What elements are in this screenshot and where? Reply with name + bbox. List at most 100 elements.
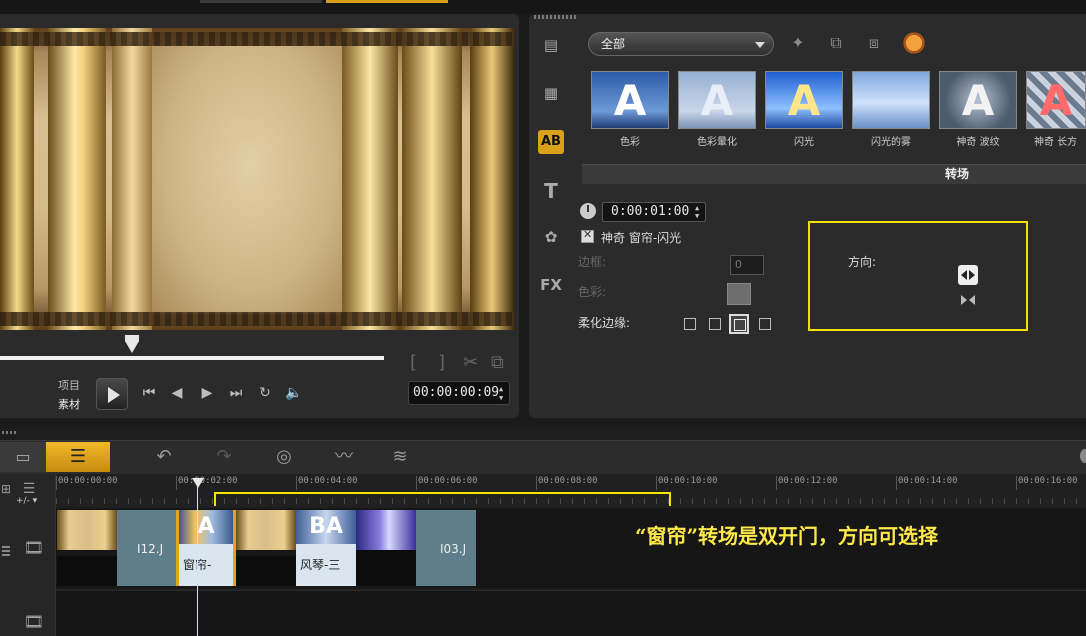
mode-clip-label[interactable]: 素材 [58, 396, 80, 412]
ruler-tick [896, 476, 897, 490]
video-clip-scroll[interactable] [57, 510, 117, 586]
add-favorite-icon[interactable]: ✦ [784, 30, 812, 56]
soften-none-option[interactable] [684, 318, 696, 330]
record-capture-icon[interactable]: ◎ [270, 444, 298, 470]
storyboard-view-icon[interactable]: ▭ [0, 442, 46, 472]
repeat-icon[interactable]: ↻ [255, 383, 275, 403]
video-clip[interactable]: I03.J [416, 510, 476, 586]
transition-clip-accordion[interactable]: BA 风琴-三 [296, 510, 356, 586]
duration-down-icon[interactable]: ▼ [695, 213, 703, 220]
panel-grip[interactable] [534, 15, 578, 19]
transition-thumbnail: BA [296, 510, 356, 544]
clip-name: I12.J [137, 542, 164, 556]
thumbnail-color[interactable]: A [591, 71, 669, 129]
playhead-line[interactable] [197, 478, 198, 636]
enlarge-preview-icon[interactable]: ⧉ [491, 352, 504, 373]
thumbnail-label: 闪光的雾 [871, 137, 911, 148]
thumbnail-color-bloom[interactable]: A [678, 71, 756, 129]
duration-up-icon[interactable]: ▲ [695, 205, 703, 212]
track-grip[interactable] [2, 546, 10, 558]
thumbnail-magic-ripple[interactable]: A [939, 71, 1017, 129]
thumbnail-letter: A [613, 76, 647, 125]
zoom-control[interactable]: +/- ▾ [16, 496, 37, 506]
border-value: 0 [735, 258, 742, 271]
menu-strip [0, 0, 1086, 14]
tab-transition[interactable]: 转场 [945, 165, 969, 182]
thumbnail-letter: A [787, 76, 821, 125]
preview-video [0, 28, 514, 330]
video-clip-stage[interactable] [356, 510, 416, 586]
color-swatch[interactable] [727, 283, 751, 305]
overlay-track-icon[interactable]: 🎞 [20, 612, 48, 636]
thumbnail-label: 色彩暈化 [697, 137, 737, 148]
video-clip[interactable]: I12.J [117, 510, 176, 586]
playhead-marker[interactable] [192, 478, 204, 488]
soften-strong-option[interactable] [759, 318, 771, 330]
mark-out-icon[interactable]: ] [438, 352, 445, 373]
duration-field[interactable]: 0:00:01:00 ▲ ▼ [602, 202, 706, 222]
mark-in-icon[interactable]: [ [410, 352, 417, 373]
volume-icon[interactable]: 🔈 [284, 383, 304, 403]
video-filter-icon[interactable]: ▦ [536, 78, 566, 108]
title-library-icon[interactable]: T [536, 176, 566, 206]
direction-close-icon[interactable] [961, 294, 975, 306]
mode-project-label[interactable]: 项目 [58, 377, 80, 393]
split-clip-icon[interactable]: ✂ [463, 352, 478, 373]
ruler-tick [176, 476, 177, 490]
scrub-bar[interactable] [0, 356, 384, 360]
video-clip-scroll[interactable] [236, 510, 296, 586]
border-input[interactable]: 0 [730, 255, 764, 275]
duration-value: 0:00:01:00 [611, 204, 690, 219]
panel-grip[interactable] [2, 431, 16, 434]
ruler-label: 00:00:06:00 [418, 476, 478, 486]
playback-timecode[interactable]: 00:00:00:09 ▲ ▼ [408, 381, 510, 405]
media-library-icon[interactable]: ▤ [536, 30, 566, 60]
ruler-tick [416, 476, 417, 490]
sound-mixer-icon[interactable]: 〰 [330, 444, 358, 470]
thumbnail-letter: A [961, 76, 995, 125]
ruler-label: 00:00:10:00 [658, 476, 718, 486]
go-to-end-icon[interactable]: ⏭ [226, 383, 246, 403]
get-more-icon[interactable] [902, 30, 926, 56]
ruler-tick [56, 476, 57, 490]
ruler-tick [536, 476, 537, 490]
next-frame-icon[interactable]: ▶ [197, 383, 217, 403]
go-to-start-icon[interactable]: ⏮ [139, 383, 159, 403]
fx-filter-icon[interactable]: FX [536, 270, 566, 300]
previous-frame-icon[interactable]: ◀ [167, 383, 187, 403]
thumbnail-magic-rectangle[interactable]: A [1026, 71, 1086, 129]
apply-transition-icon[interactable]: ⧉ [822, 30, 850, 56]
ruler-label: 00:00:02:00 [178, 476, 238, 486]
play-button[interactable] [96, 378, 128, 410]
timeline-scroll-knob[interactable] [1080, 449, 1086, 463]
soften-medium-option[interactable] [729, 314, 749, 334]
overlay-track[interactable] [56, 590, 1086, 636]
video-track-icon[interactable]: 🎞 [20, 538, 48, 562]
ruler-label: 00:00:04:00 [298, 476, 358, 486]
thumbnail-flash[interactable]: A [765, 71, 843, 129]
transition-library-icon[interactable]: AB [538, 130, 564, 154]
scroll-paper-image [150, 46, 350, 314]
annotation-bracket-left [214, 492, 216, 506]
timeline-view-icon[interactable]: ☰ [46, 442, 110, 472]
library-filter-dropdown[interactable]: 全部 [588, 32, 774, 56]
timecode-up-icon[interactable]: ▲ [499, 386, 507, 393]
thumbnail-letter: A [1039, 76, 1073, 125]
transition-clip-curtain[interactable]: A 窗帘- [176, 510, 236, 586]
transition-checkbox[interactable] [581, 228, 594, 243]
soften-weak-option[interactable] [709, 318, 721, 330]
clock-icon [580, 203, 596, 219]
scrub-handle[interactable] [125, 335, 139, 353]
redo-icon[interactable]: ↷ [210, 444, 238, 470]
ruler-tick [296, 476, 297, 490]
direction-open-icon[interactable] [958, 265, 978, 285]
track-manager-icon[interactable]: ⊞ [0, 476, 12, 502]
direction-highlight-frame [808, 221, 1028, 331]
auto-music-icon[interactable]: ≋ [386, 444, 414, 470]
timecode-down-icon[interactable]: ▼ [499, 395, 507, 402]
graphics-library-icon[interactable]: ✿ [536, 222, 566, 252]
undo-icon[interactable]: ↶ [150, 444, 178, 470]
apply-random-icon[interactable]: ⧈ [860, 30, 888, 56]
ruler-tick [656, 476, 657, 490]
thumbnail-flash-fog[interactable] [852, 71, 930, 129]
